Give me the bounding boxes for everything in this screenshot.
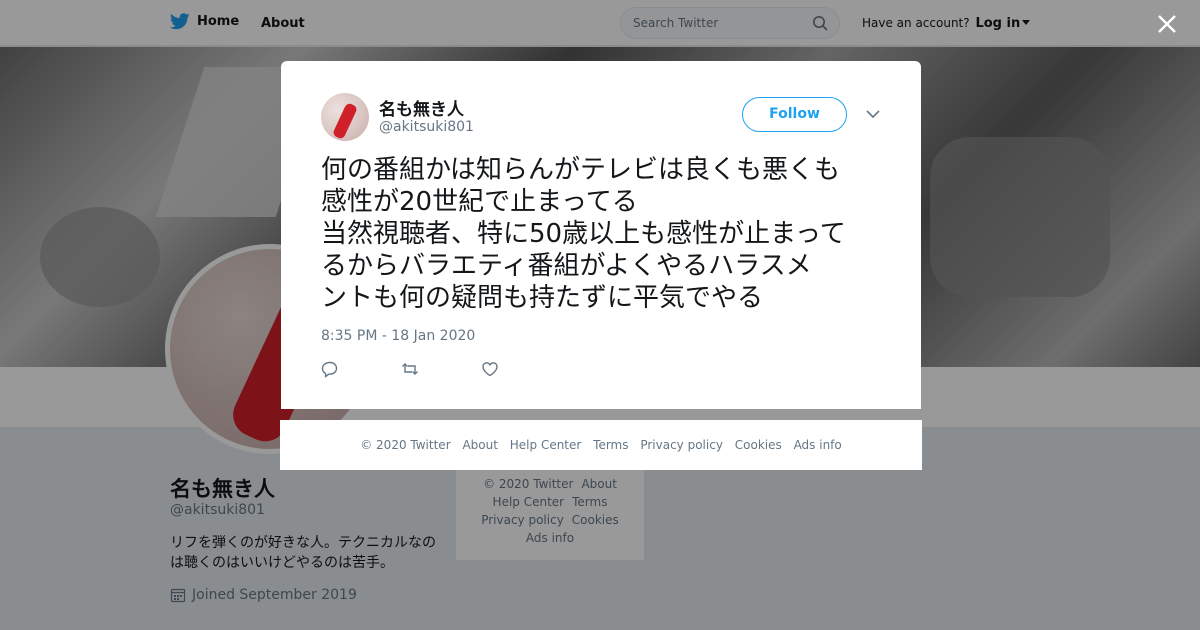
tweet-line: ントも何の疑問も持たずに平気でやる: [321, 283, 764, 313]
tweet-text: 何の番組かは知らんがテレビは良くも悪くも 感性が20世紀で止まってる 当然視聴者…: [321, 154, 886, 314]
tweet-author-handle[interactable]: @akitsuki801: [379, 119, 474, 135]
tweet-line: 感性が20世紀で止まってる: [321, 187, 638, 217]
like-icon: [482, 362, 498, 377]
close-icon[interactable]: [1156, 13, 1178, 35]
footer-terms-link[interactable]: Terms: [593, 438, 628, 452]
modal-footer: © 2020 Twitter About Help Center Terms P…: [280, 420, 922, 470]
footer-privacy-link[interactable]: Privacy policy: [640, 438, 723, 452]
tweet-card: 名も無き人 @akitsuki801 Follow 何の番組かは知らんがテレビは…: [281, 61, 921, 409]
guitar-image: [331, 102, 359, 140]
chevron-down-icon[interactable]: [866, 109, 880, 119]
footer-ads-link[interactable]: Ads info: [794, 438, 842, 452]
tweet-author-name[interactable]: 名も無き人: [379, 95, 464, 120]
tweet-actions: [321, 360, 561, 380]
reply-button[interactable]: [321, 360, 401, 380]
footer-about-link[interactable]: About: [462, 438, 497, 452]
tweet-author-avatar[interactable]: [321, 93, 369, 141]
follow-button[interactable]: Follow: [742, 97, 847, 132]
retweet-button[interactable]: [401, 360, 481, 380]
like-button[interactable]: [481, 360, 561, 380]
reply-icon: [321, 361, 338, 378]
tweet-timestamp[interactable]: 8:35 PM - 18 Jan 2020: [321, 328, 475, 344]
tweet-line: るからバラエティ番組がよくやるハラスメ: [321, 251, 812, 281]
tweet-line: 当然視聴者、特に50歳以上も感性が止まって: [321, 219, 846, 249]
tweet-line: 何の番組かは知らんがテレビは良くも悪くも: [321, 155, 840, 185]
footer-copyright: © 2020 Twitter: [360, 438, 451, 452]
footer-cookies-link[interactable]: Cookies: [735, 438, 782, 452]
footer-help-link[interactable]: Help Center: [510, 438, 582, 452]
retweet-icon: [402, 363, 418, 375]
